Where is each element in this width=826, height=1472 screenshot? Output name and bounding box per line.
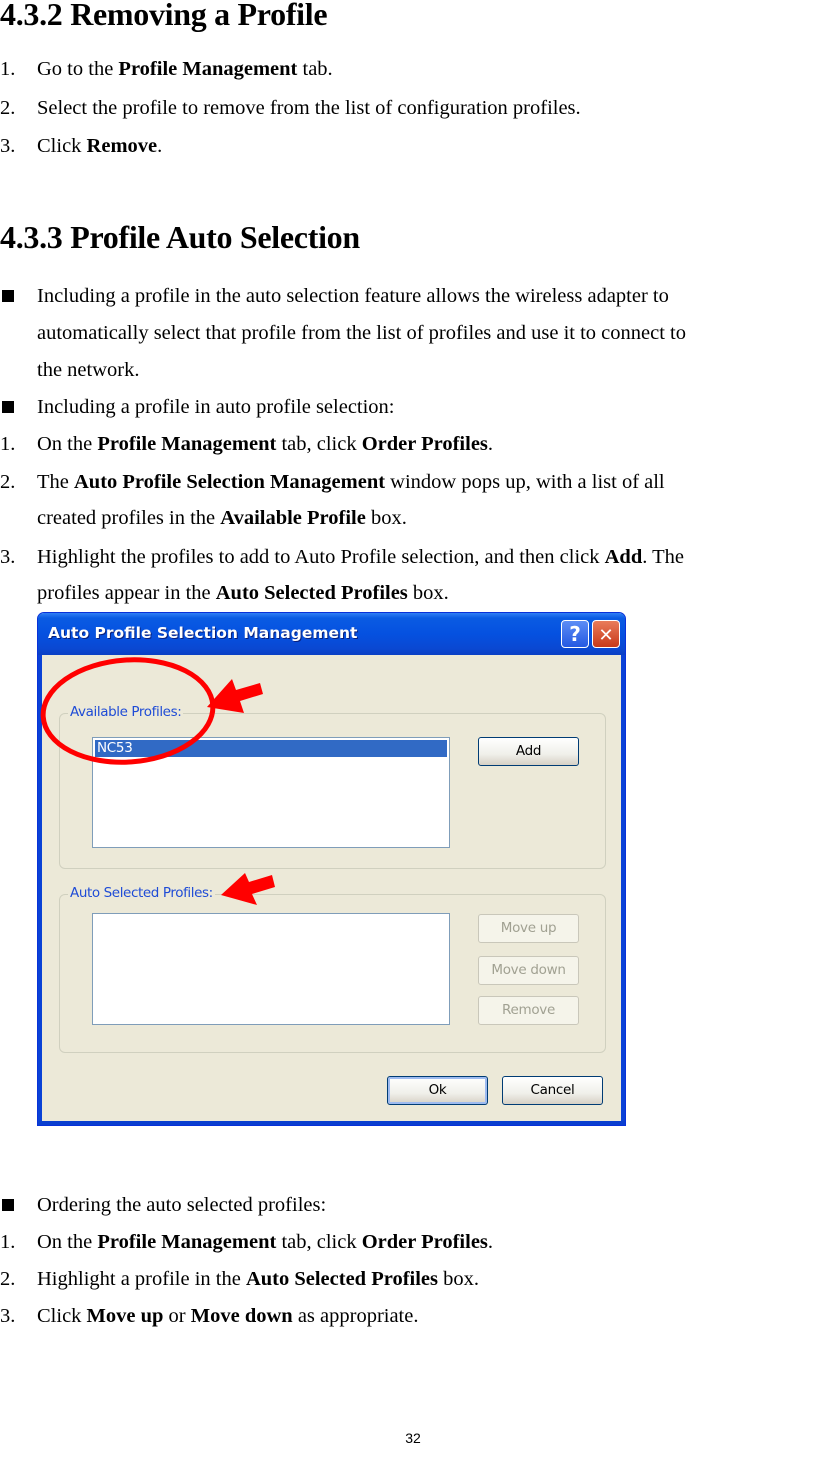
- step-number: 3.: [0, 546, 16, 568]
- remove-step-2: Select the profile to remove from the li…: [37, 97, 581, 119]
- cancel-button[interactable]: Cancel: [502, 1076, 603, 1105]
- auto-profile-selection-dialog: Auto Profile Selection Management ? ✕ Av…: [37, 612, 626, 1126]
- bullet1-line3: the network.: [37, 359, 140, 381]
- bullet3-text: Ordering the auto selected profiles:: [37, 1194, 327, 1216]
- auto-selected-profiles-label: Auto Selected Profiles:: [68, 885, 215, 901]
- include-step-3-line1: Highlight the profiles to add to Auto Pr…: [37, 546, 684, 568]
- bullet-square-icon: [2, 290, 14, 302]
- bullet2-text: Including a profile in auto profile sele…: [37, 396, 395, 418]
- step-number: 3.: [0, 1305, 16, 1327]
- heading-profile-auto-selection: 4.3.3 Profile Auto Selection: [0, 219, 360, 255]
- available-profiles-list[interactable]: NC53: [92, 737, 450, 848]
- step-number: 1.: [0, 1231, 16, 1253]
- order-step-2: Highlight a profile in the Auto Selected…: [37, 1268, 480, 1290]
- move-down-button[interactable]: Move down: [478, 956, 579, 985]
- move-up-button[interactable]: Move up: [478, 914, 579, 943]
- step-number: 3.: [0, 135, 16, 157]
- remove-button[interactable]: Remove: [478, 996, 579, 1025]
- heading-removing-profile: 4.3.2 Removing a Profile: [0, 0, 328, 32]
- bullet-square-icon: [2, 401, 14, 413]
- list-item-selected[interactable]: NC53: [95, 740, 447, 757]
- include-step-2-line1: The Auto Profile Selection Management wi…: [37, 471, 665, 493]
- remove-step-3: Click Remove.: [37, 135, 163, 157]
- dialog-titlebar[interactable]: Auto Profile Selection Management ? ✕: [38, 613, 625, 655]
- include-step-1: On the Profile Management tab, click Ord…: [37, 433, 494, 455]
- page-number: 32: [405, 1430, 421, 1446]
- order-step-1: On the Profile Management tab, click Ord…: [37, 1231, 494, 1253]
- include-step-3-line2: profiles appear in the Auto Selected Pro…: [37, 582, 449, 604]
- step-number: 2.: [0, 471, 16, 493]
- bullet1-line2: automatically select that profile from t…: [37, 322, 686, 344]
- step-number: 2.: [0, 97, 16, 119]
- step-number: 1.: [0, 58, 16, 80]
- close-icon: ✕: [598, 625, 614, 646]
- dialog-bottom-border: [38, 1121, 625, 1125]
- remove-step-1: Go to the Profile Management tab.: [37, 58, 333, 80]
- close-button[interactable]: ✕: [592, 620, 620, 648]
- step-number: 1.: [0, 433, 16, 455]
- bullet-square-icon: [2, 1199, 14, 1211]
- auto-selected-profiles-list[interactable]: [92, 913, 450, 1025]
- question-mark-icon: ?: [569, 622, 581, 646]
- order-step-3: Click Move up or Move down as appropriat…: [37, 1305, 419, 1327]
- bullet1-line1: Including a profile in the auto selectio…: [37, 285, 669, 307]
- available-profiles-label: Available Profiles:: [68, 704, 184, 720]
- help-button[interactable]: ?: [561, 620, 589, 648]
- dialog-title: Auto Profile Selection Management: [48, 624, 358, 642]
- ok-button[interactable]: Ok: [387, 1076, 488, 1105]
- include-step-2-line2: created profiles in the Available Profil…: [37, 507, 407, 529]
- add-button[interactable]: Add: [478, 737, 579, 766]
- step-number: 2.: [0, 1268, 16, 1290]
